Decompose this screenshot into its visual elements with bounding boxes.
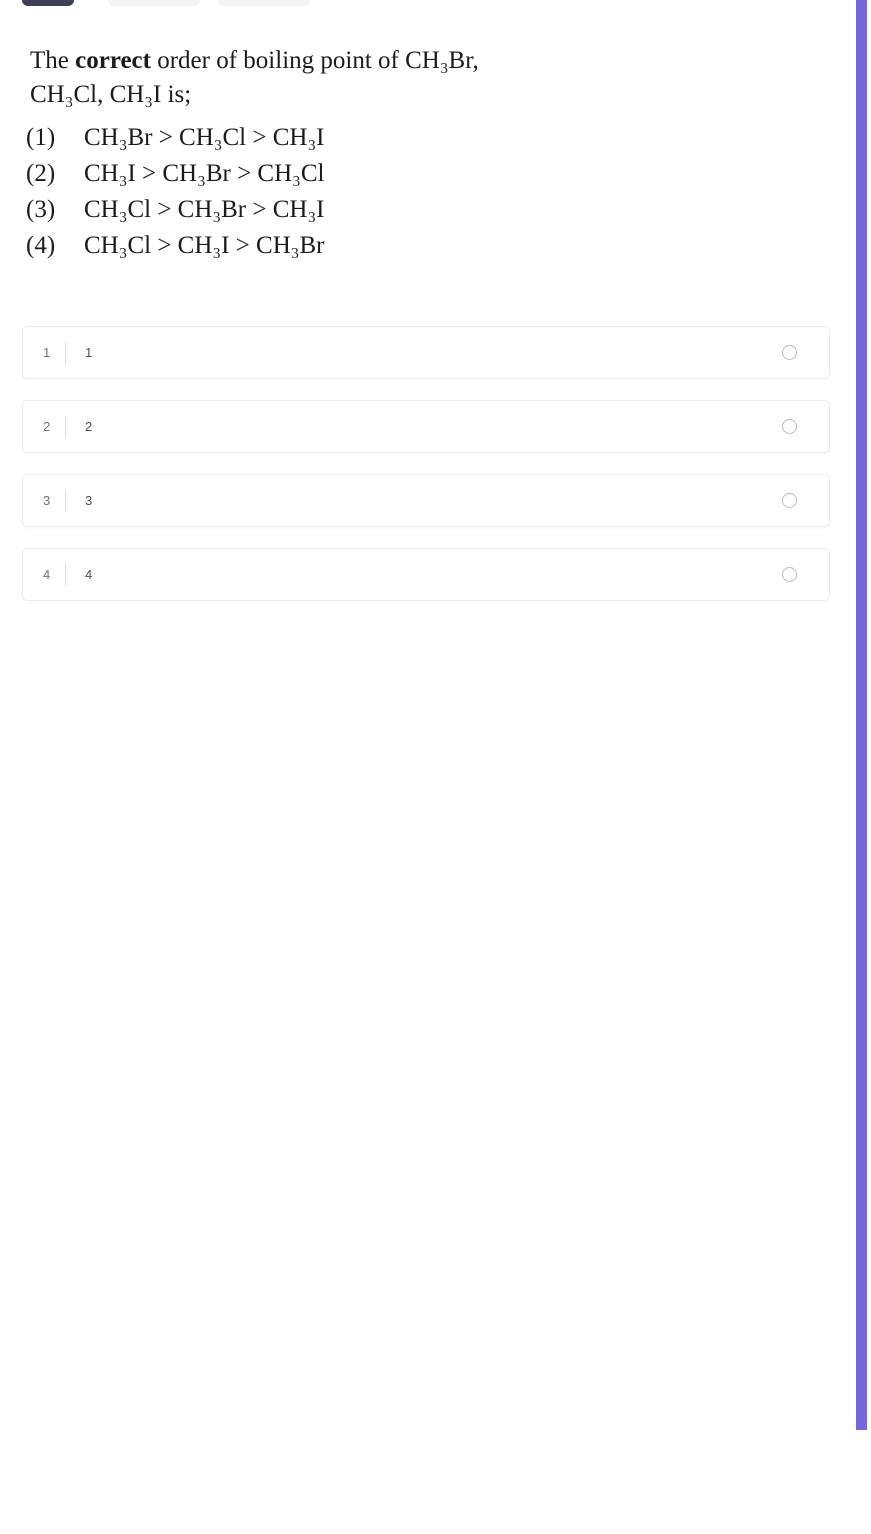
answer-choice-label: 3 bbox=[85, 493, 93, 508]
question-stem: The correct order of boiling point of CH… bbox=[0, 44, 660, 112]
printed-option-number: (2) bbox=[26, 160, 56, 187]
answer-choice-index: 2 bbox=[43, 419, 51, 434]
printed-option-number: (3) bbox=[26, 196, 56, 223]
answer-choice-list: 1 1 2 2 3 3 4 4 bbox=[22, 326, 830, 622]
printed-option-text: CH₃Cl > CH₃I > CH₃Br bbox=[84, 232, 325, 259]
answer-choice-index: 3 bbox=[43, 493, 51, 508]
question-stem-pre: The bbox=[30, 47, 76, 74]
answer-choice-index: 1 bbox=[43, 345, 51, 360]
question-stem-emphasis: correct bbox=[75, 47, 151, 74]
printed-option: (1) CH₃Br > CH₃Cl > CH₃I bbox=[0, 120, 830, 156]
answer-choice-divider bbox=[65, 341, 66, 364]
question-area: The correct order of boiling point of CH… bbox=[0, 44, 830, 264]
answer-choice-divider bbox=[65, 489, 66, 512]
printed-option: (2) CH₃I > CH₃Br > CH₃Cl bbox=[0, 156, 830, 192]
answer-choice-row[interactable]: 4 4 bbox=[22, 548, 830, 601]
printed-option-text: CH₃Cl > CH₃Br > CH₃I bbox=[84, 196, 325, 223]
answer-choice-divider bbox=[65, 415, 66, 438]
vertical-scrollbar-thumb[interactable] bbox=[856, 0, 867, 1430]
answer-choice-label: 4 bbox=[85, 567, 93, 582]
secondary-chip-one[interactable] bbox=[108, 0, 200, 6]
printed-option: (4) CH₃Cl > CH₃I > CH₃Br bbox=[0, 228, 830, 264]
answer-choice-label: 1 bbox=[85, 345, 93, 360]
printed-option-text: CH₃Br > CH₃Cl > CH₃I bbox=[84, 124, 325, 151]
printed-option: (3) CH₃Cl > CH₃Br > CH₃I bbox=[0, 192, 830, 228]
question-stem-line-two: CH₃Cl, CH₃I is; bbox=[30, 81, 192, 108]
printed-option-number: (4) bbox=[26, 232, 56, 259]
vertical-scrollbar-track[interactable] bbox=[856, 0, 871, 1534]
answer-choice-row[interactable]: 3 3 bbox=[22, 474, 830, 527]
answer-choice-radio-icon[interactable] bbox=[782, 567, 797, 582]
printed-option-list: (1) CH₃Br > CH₃Cl > CH₃I (2) CH₃I > CH₃B… bbox=[0, 120, 830, 264]
printed-option-text: CH₃I > CH₃Br > CH₃Cl bbox=[84, 160, 325, 187]
answer-choice-radio-icon[interactable] bbox=[782, 419, 797, 434]
answer-choice-divider bbox=[65, 563, 66, 586]
secondary-chip-two[interactable] bbox=[218, 0, 310, 6]
printed-option-number: (1) bbox=[26, 124, 56, 151]
answer-choice-label: 2 bbox=[85, 419, 93, 434]
question-stem-post: order of boiling point of CH₃Br, bbox=[150, 47, 479, 74]
primary-action-chip[interactable] bbox=[22, 0, 74, 6]
top-toolbar bbox=[0, 0, 871, 6]
answer-choice-index: 4 bbox=[43, 567, 51, 582]
answer-choice-row[interactable]: 1 1 bbox=[22, 326, 830, 379]
answer-choice-radio-icon[interactable] bbox=[782, 493, 797, 508]
answer-choice-radio-icon[interactable] bbox=[782, 345, 797, 360]
answer-choice-row[interactable]: 2 2 bbox=[22, 400, 830, 453]
